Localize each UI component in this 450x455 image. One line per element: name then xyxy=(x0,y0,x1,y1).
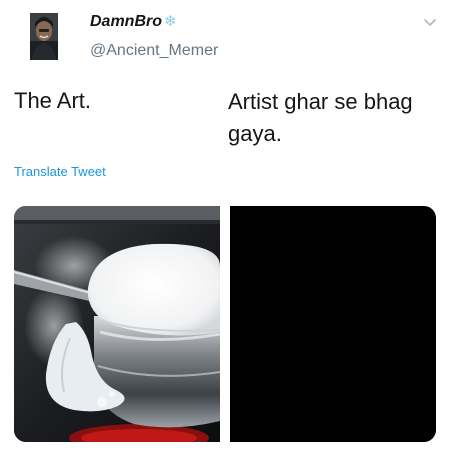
media-photo-left[interactable] xyxy=(14,206,220,442)
display-name[interactable]: DamnBro ❄ xyxy=(90,12,177,31)
tweet-card: DamnBro ❄ @Ancient_Memer The Art. Artist … xyxy=(0,0,450,455)
snowflake-icon: ❄ xyxy=(164,13,177,30)
pot-boiling-over-image xyxy=(14,206,220,442)
tweet-caption-left: The Art. xyxy=(14,88,92,113)
chevron-down-icon[interactable] xyxy=(422,16,438,28)
display-name-text[interactable]: DamnBro xyxy=(90,13,162,30)
avatar[interactable] xyxy=(30,13,58,60)
user-handle[interactable]: @Ancient_Memer xyxy=(90,42,218,60)
tweet-caption-right: Artist ghar se bhag gaya. xyxy=(228,89,413,146)
translate-tweet-link[interactable]: Translate Tweet xyxy=(14,164,106,179)
media-photo-right[interactable] xyxy=(230,206,436,442)
